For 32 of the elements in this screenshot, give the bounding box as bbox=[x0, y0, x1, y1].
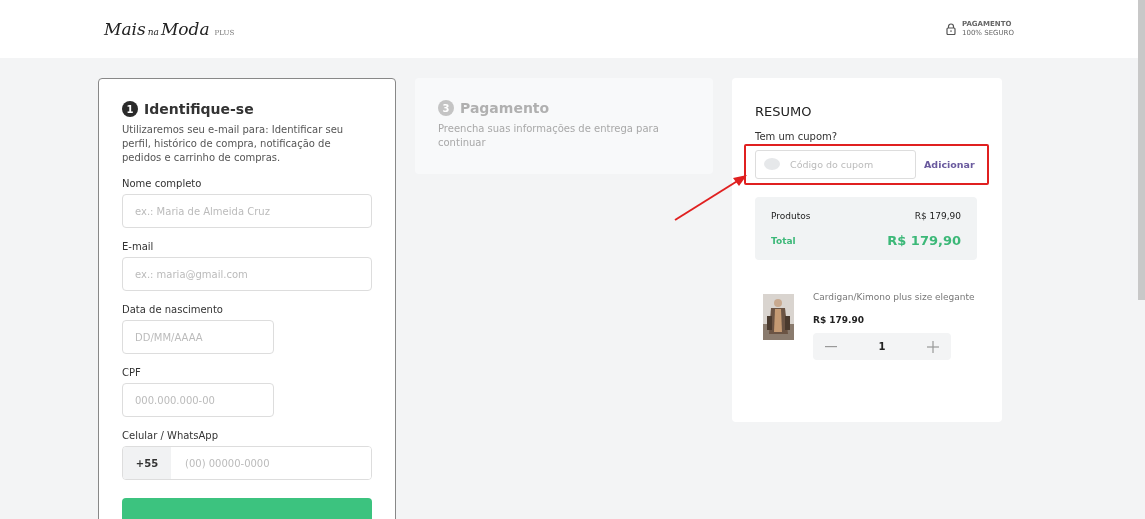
step-title: Identifique-se bbox=[144, 101, 254, 117]
add-coupon-button[interactable]: Adicionar bbox=[924, 159, 975, 170]
input-field[interactable]: 000.000.000-00 bbox=[122, 383, 274, 417]
step-description: Utilizaremos seu e-mail para: Identificar seu perfil, histórico de compra, notificação de pedidos e carrinho de compras. bbox=[122, 123, 345, 165]
product-name[interactable]: Cardigan/Kimono plus size elegante bbox=[813, 292, 975, 302]
products-value: R$ 179,90 bbox=[914, 211, 961, 221]
step-title: Pagamento bbox=[460, 100, 550, 116]
total-label: Total bbox=[771, 235, 796, 246]
field-label: E-mail bbox=[122, 241, 155, 252]
input-field[interactable]: ex.: maria@gmail.com bbox=[122, 257, 372, 291]
step-number: 1 bbox=[122, 101, 138, 117]
scrollbar[interactable] bbox=[1138, 0, 1145, 300]
country-code: +55 bbox=[123, 447, 171, 479]
field-label: Celular / WhatsApp bbox=[122, 430, 219, 441]
total-value: R$ 179,90 bbox=[887, 233, 961, 248]
minus-icon[interactable] bbox=[825, 345, 837, 348]
field-label: CPF bbox=[122, 367, 142, 378]
input-field[interactable]: ex.: Maria de Almeida Cruz bbox=[122, 194, 372, 228]
padlock-icon bbox=[945, 23, 956, 35]
coupon-field[interactable]: Código do cupom bbox=[755, 150, 916, 179]
phone-field[interactable]: +55 (00) 00000-0000 bbox=[122, 446, 372, 480]
product-price: R$ 179.90 bbox=[813, 315, 866, 325]
step-number: 3 bbox=[438, 100, 454, 116]
products-label: Produtos bbox=[771, 211, 811, 221]
quantity-value: 1 bbox=[878, 341, 886, 352]
summary-title: RESUMO bbox=[755, 104, 813, 119]
coupon-label: Tem um cupom? bbox=[755, 131, 839, 142]
field-label: Data de nascimento bbox=[122, 304, 224, 315]
plus-icon[interactable] bbox=[927, 340, 939, 353]
field-label: Nome completo bbox=[122, 178, 203, 189]
input-field[interactable]: DD/MM/AAAA bbox=[122, 320, 274, 354]
step-description: Preencha suas informações de entrega para continuar bbox=[438, 122, 660, 150]
